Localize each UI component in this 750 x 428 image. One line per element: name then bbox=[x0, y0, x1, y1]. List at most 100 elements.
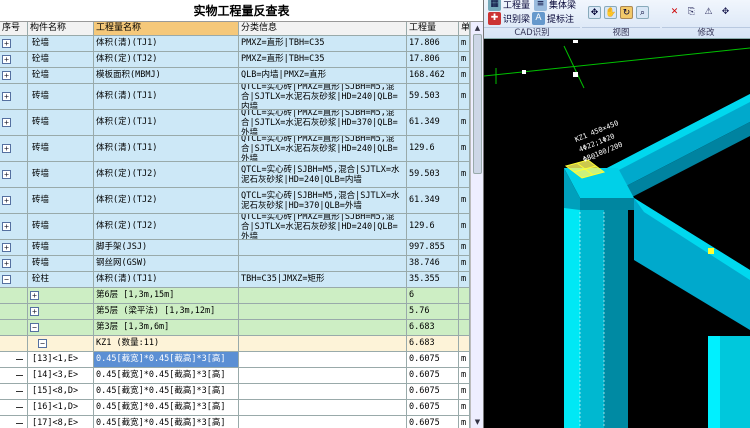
table-row[interactable]: [14]<3,E> 0.45[截宽]*0.45[截高]*3[高] 0.6075 m bbox=[0, 368, 470, 384]
category-cell bbox=[239, 256, 407, 271]
3d-viewport[interactable]: KZ1 450×450 4Φ22;1Φ20 Φ8@100/200 bbox=[484, 40, 750, 428]
table-row[interactable]: + 第5层 (梁平法) [1,3m,12m] 5.76 bbox=[0, 304, 470, 320]
table-row[interactable]: + 砖墙 钢丝网(GSW) 38.746 m bbox=[0, 256, 470, 272]
qty-name-cell: 体积(清)(TJ1) bbox=[94, 84, 239, 109]
delete-icon[interactable]: ✕ bbox=[668, 6, 681, 19]
grip-point[interactable] bbox=[708, 248, 714, 254]
move-icon[interactable]: ✥ bbox=[719, 6, 732, 19]
category-cell: QTCL=实心砖|SJBH=M5,混合|SJTLX=水泥石灰砂浆|HD=370|… bbox=[239, 188, 407, 213]
table-row[interactable]: + 砖墙 体积(定)(TJ2) QTCL=实心砖|PMXZ=直形|SJBH=M5,混合… bbox=[0, 214, 470, 240]
table-row[interactable]: + 砖墙 体积(定)(TJ2) QTCL=实心砖|SJBH=M5,混合|SJTLX=水… bbox=[0, 188, 470, 214]
qty-cell: 35.355 bbox=[407, 272, 459, 287]
col-header-member[interactable]: 构件名称 bbox=[28, 22, 94, 35]
qty-cell: 0.6075 bbox=[407, 400, 459, 415]
qty-name-cell: 0.45[截宽]*0.45[截高]*3[高] bbox=[94, 352, 239, 367]
row-index-cell: + bbox=[0, 214, 28, 239]
qty-cell: 0.6075 bbox=[407, 416, 459, 428]
report-panel: 实物工程量反查表 序号 构件名称 工程量名称 分类信息 工程量单 + 砼墙 体积(清)(TJ1… bbox=[0, 0, 484, 428]
collapse-icon[interactable]: − bbox=[30, 323, 39, 332]
expand-icon[interactable]: + bbox=[2, 39, 11, 48]
col-header-qty[interactable]: 工程量 bbox=[407, 22, 459, 35]
table-row[interactable]: + 砖墙 体积(定)(TJ2) QTCL=实心砖|SJBH=M5,混合|SJTLX=水… bbox=[0, 162, 470, 188]
member-name-cell: [15]<8,D> bbox=[28, 384, 94, 399]
table-row[interactable]: [15]<8,D> 0.45[截宽]*0.45[截高]*3[高] 0.6075 m bbox=[0, 384, 470, 400]
collapse-icon[interactable]: − bbox=[38, 339, 47, 348]
collapse-icon[interactable]: − bbox=[2, 275, 11, 284]
table-row[interactable]: [17]<8,E> 0.45[截宽]*0.45[截高]*3[高] 0.6075 m bbox=[0, 416, 470, 428]
grid-point bbox=[573, 72, 578, 77]
category-cell: QTCL=实心砖|PMXZ=直形|SJBH=M5,混合|SJTLX=水泥石灰砂浆… bbox=[239, 136, 407, 161]
extract-label-button[interactable]: A 提标注 bbox=[532, 12, 574, 25]
expand-icon[interactable]: + bbox=[2, 259, 11, 268]
table-row[interactable]: + 砖墙 脚手架(JSJ) 997.855 m bbox=[0, 240, 470, 256]
unit-cell: m bbox=[459, 84, 470, 109]
expand-icon[interactable]: + bbox=[30, 291, 39, 300]
qty-cell: 6.683 bbox=[407, 336, 459, 351]
mirror-icon[interactable]: ⚠ bbox=[702, 6, 715, 19]
expand-icon[interactable]: + bbox=[2, 71, 11, 80]
unit-cell: m bbox=[459, 256, 470, 271]
col-header-unit[interactable]: 单 bbox=[459, 22, 470, 35]
copy-icon[interactable]: ⎘ bbox=[685, 6, 698, 19]
table-row[interactable]: + 砼墙 体积(定)(TJ2) PMXZ=直形|TBH=C35 17.806 m bbox=[0, 52, 470, 68]
category-cell: TBH=C35|JMXZ=矩形 bbox=[239, 272, 407, 287]
table-row[interactable]: + 第6层 [1,3m,15m] 6 bbox=[0, 288, 470, 304]
expand-icon[interactable]: + bbox=[2, 243, 11, 252]
beam-right bbox=[634, 198, 750, 330]
row-index-cell: + bbox=[0, 162, 28, 187]
grid-point bbox=[573, 40, 578, 43]
expand-icon[interactable]: + bbox=[2, 144, 11, 153]
row-index-cell bbox=[0, 336, 28, 351]
table-row[interactable]: [16]<1,D> 0.45[截宽]*0.45[截高]*3[高] 0.6075 m bbox=[0, 400, 470, 416]
pan-icon[interactable]: ✋ bbox=[604, 6, 617, 19]
unit-cell bbox=[459, 320, 470, 335]
cad-toolbar: ▦ 工程量 ≡ 集体梁 ✚ 识别梁 A 提标注 ✥ ✋ ↻ ⌕ ✕ ⎘ ⚠ ✥ … bbox=[484, 0, 750, 39]
col-header-index[interactable]: 序号 bbox=[0, 22, 28, 35]
category-cell: QTCL=实心砖|PMXZ=直形|SJBH=M5,混合|SJTLX=水泥石灰砂浆… bbox=[239, 110, 407, 135]
qty-name-cell: 0.45[截宽]*0.45[截高]*3[高] bbox=[94, 400, 239, 415]
expand-icon[interactable]: + bbox=[2, 196, 11, 205]
expand-icon[interactable]: + bbox=[2, 118, 11, 127]
qty-name-cell: 0.45[截宽]*0.45[截高]*3[高] bbox=[94, 384, 239, 399]
col-header-category[interactable]: 分类信息 bbox=[239, 22, 407, 35]
qty-name-cell: 第3层 [1,3m,6m] bbox=[94, 320, 239, 335]
table-row[interactable]: + 砖墙 体积(清)(TJ1) QTCL=实心砖|PMXZ=直形|SJBH=M5,混合… bbox=[0, 84, 470, 110]
qty-cell: 61.349 bbox=[407, 188, 459, 213]
expand-icon[interactable]: + bbox=[30, 307, 39, 316]
qty-name-cell: KZ1 (数量:11) bbox=[94, 336, 239, 351]
scroll-down-icon[interactable]: ▼ bbox=[472, 417, 483, 427]
unit-cell: m bbox=[459, 110, 470, 135]
category-cell bbox=[239, 320, 407, 335]
expand-icon[interactable]: + bbox=[2, 55, 11, 64]
table-row[interactable]: + 砼墙 体积(清)(TJ1) PMXZ=直形|TBH=C35 17.806 m bbox=[0, 36, 470, 52]
expand-icon[interactable]: + bbox=[2, 222, 11, 231]
collect-beam-button[interactable]: ≡ 集体梁 bbox=[534, 0, 576, 11]
scroll-up-icon[interactable]: ▲ bbox=[472, 23, 483, 33]
expand-icon[interactable]: + bbox=[2, 92, 11, 101]
table-row[interactable]: + 砼墙 模板面积(MBMJ) QLB=内墙|PMXZ=直形 168.462 m bbox=[0, 68, 470, 84]
table-row[interactable]: + 砖墙 体积(清)(TJ1) QTCL=实心砖|PMXZ=直形|SJBH=M5,混合… bbox=[0, 136, 470, 162]
row-index-cell bbox=[0, 416, 28, 428]
qty-name-cell: 体积(定)(TJ2) bbox=[94, 214, 239, 239]
expand-icon[interactable]: + bbox=[2, 170, 11, 179]
col-header-qty-name[interactable]: 工程量名称 bbox=[94, 22, 239, 35]
table-row[interactable]: − 第3层 [1,3m,6m] 6.683 bbox=[0, 320, 470, 336]
identify-beam-button[interactable]: ✚ 识别梁 bbox=[488, 12, 530, 25]
zoom-icon[interactable]: ⌕ bbox=[636, 6, 649, 19]
table-row[interactable]: − 砼柱 体积(清)(TJ1) TBH=C35|JMXZ=矩形 35.355 m bbox=[0, 272, 470, 288]
qty-name-cell: 0.45[截宽]*0.45[截高]*3[高] bbox=[94, 368, 239, 383]
member-name-cell: − bbox=[28, 336, 94, 351]
zoom-extents-icon[interactable]: ✥ bbox=[588, 6, 601, 19]
category-cell: QTCL=实心砖|PMXZ=直形|SJBH=M5,混合|SJTLX=水泥石灰砂浆… bbox=[239, 84, 407, 109]
qty-cell: 0.6075 bbox=[407, 368, 459, 383]
scroll-thumb[interactable] bbox=[473, 34, 482, 174]
table-row[interactable]: − KZ1 (数量:11) 6.683 bbox=[0, 336, 470, 352]
qty-cell: 129.6 bbox=[407, 136, 459, 161]
category-cell: QLB=内墙|PMXZ=直形 bbox=[239, 68, 407, 83]
vertical-scrollbar[interactable]: ▲ ▼ bbox=[470, 22, 483, 428]
rotate-icon[interactable]: ↻ bbox=[620, 6, 633, 19]
project-qty-button[interactable]: ▦ 工程量 bbox=[488, 0, 530, 11]
category-cell: PMXZ=直形|TBH=C35 bbox=[239, 52, 407, 67]
table-row[interactable]: [13]<1,E> 0.45[截宽]*0.45[截高]*3[高] 0.6075 m bbox=[0, 352, 470, 368]
table-row[interactable]: + 砖墙 体积(定)(TJ1) QTCL=实心砖|PMXZ=直形|SJBH=M5,混合… bbox=[0, 110, 470, 136]
